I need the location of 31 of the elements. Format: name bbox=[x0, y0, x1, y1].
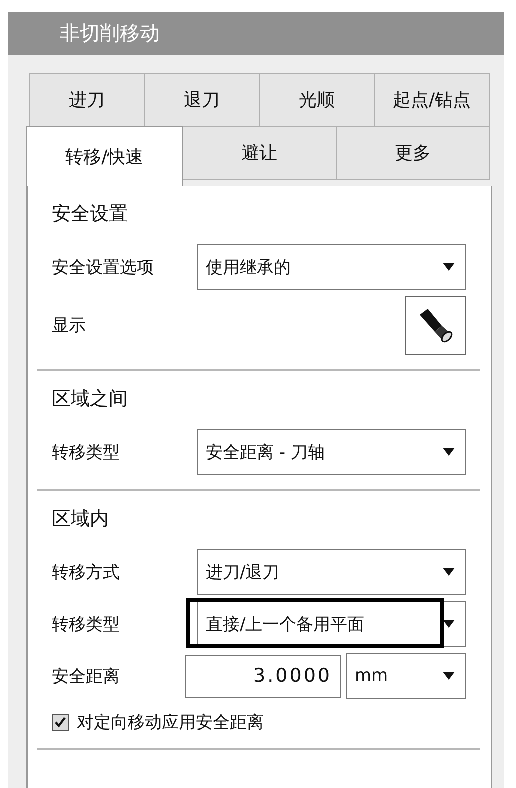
caret-icon bbox=[443, 448, 455, 456]
field-label: 转移方式 bbox=[52, 562, 120, 584]
section-heading: 区域之间 bbox=[52, 387, 129, 412]
field-label: 显示 bbox=[52, 315, 86, 337]
caret-icon bbox=[443, 263, 455, 271]
caret-icon bbox=[443, 620, 455, 628]
display-button[interactable] bbox=[405, 296, 466, 355]
checkbox-label: 对定向移动应用安全距离 bbox=[77, 712, 264, 734]
checkbox[interactable] bbox=[52, 714, 69, 731]
tab[interactable]: 更多 bbox=[336, 126, 490, 180]
field-label: 转移类型 bbox=[52, 442, 120, 464]
caret-icon bbox=[443, 568, 455, 576]
dropdown[interactable]: 直接/上一个备用平面 bbox=[197, 601, 466, 647]
unit-dropdown[interactable]: mm bbox=[346, 653, 466, 699]
field-label: 安全距离 bbox=[52, 666, 120, 688]
dropdown[interactable]: 使用继承的 bbox=[197, 244, 466, 290]
tab[interactable]: 退刀 bbox=[144, 73, 260, 127]
field-label: 安全设置选项 bbox=[52, 256, 154, 278]
tab[interactable]: 起点/钻点 bbox=[374, 73, 490, 127]
caret-icon bbox=[443, 672, 455, 680]
tab[interactable]: 转移/快速 bbox=[26, 126, 184, 186]
dropdown[interactable]: 进刀/退刀 bbox=[197, 549, 466, 595]
tab[interactable]: 光顺 bbox=[259, 73, 375, 127]
section-heading: 区域内 bbox=[52, 507, 110, 532]
tab[interactable]: 进刀 bbox=[29, 73, 145, 127]
field-label: 转移类型 bbox=[52, 614, 120, 636]
distance-input[interactable]: 3.0000 bbox=[185, 654, 341, 698]
dropdown[interactable]: 安全距离 - 刀轴 bbox=[197, 429, 466, 475]
tab[interactable]: 避让 bbox=[182, 126, 337, 180]
section-heading: 安全设置 bbox=[52, 202, 129, 227]
window-title: 非切削移动 bbox=[8, 12, 504, 55]
